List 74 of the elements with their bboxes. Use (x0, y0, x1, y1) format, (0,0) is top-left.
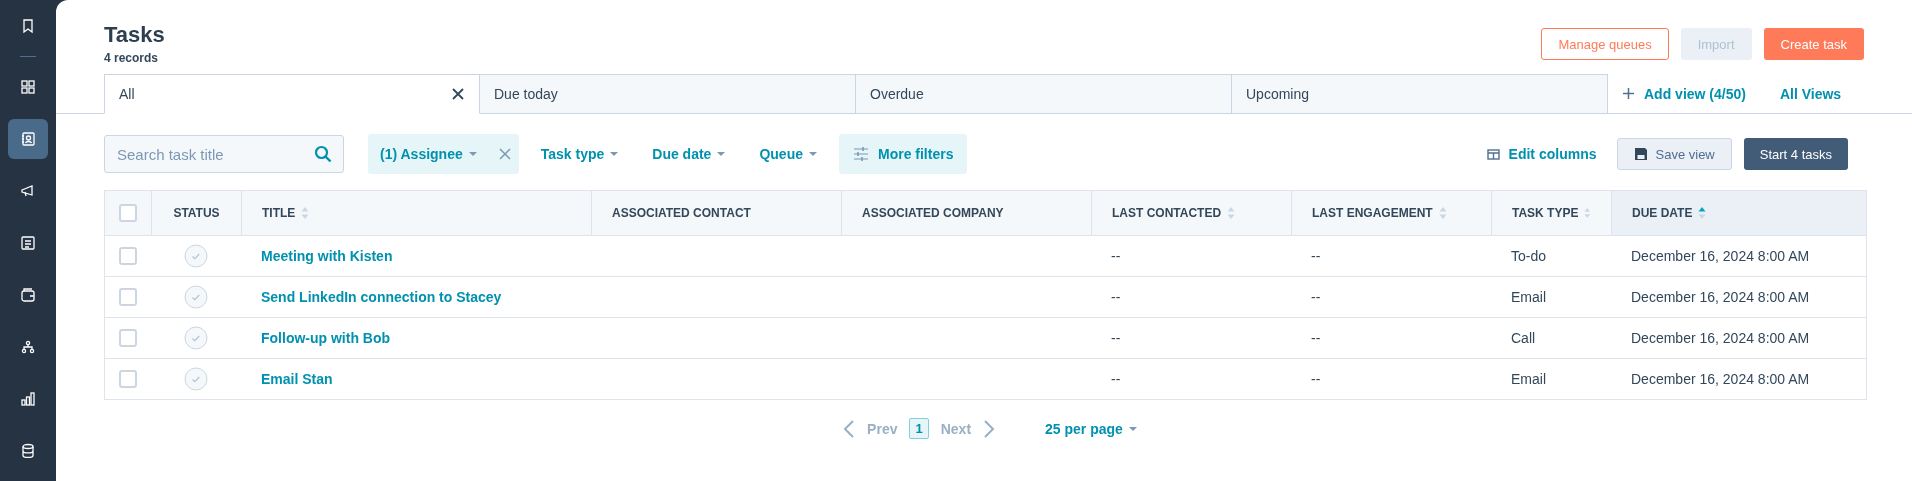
record-count: 4 records (104, 51, 160, 65)
table-cell: Email (1511, 289, 1546, 305)
edit-columns-link[interactable]: Edit columns (1486, 146, 1597, 162)
next-link[interactable]: Next (936, 420, 976, 437)
save-view-button[interactable]: Save view (1616, 138, 1732, 170)
table-cell: December 16, 2024 8:00 AM (1631, 371, 1810, 387)
caret-icon (468, 152, 477, 156)
close-icon[interactable] (451, 87, 465, 101)
search-field[interactable]: Search task title (104, 135, 344, 173)
contact-card-icon[interactable] (20, 131, 36, 147)
column-header[interactable]: ASSOCIATED COMPANY (862, 206, 1004, 220)
bar-chart-icon[interactable] (20, 391, 36, 407)
add-view-link[interactable]: Add view (4/50) (1622, 85, 1746, 102)
document-icon[interactable] (20, 235, 36, 251)
column-header[interactable]: TITLE (262, 206, 296, 220)
table-cell: Email (1511, 371, 1546, 387)
table-cell: -- (1311, 289, 1321, 305)
table-cell: -- (1111, 248, 1121, 264)
table-cell: December 16, 2024 8:00 AM (1631, 248, 1810, 264)
column-header[interactable]: TASK TYPE (1512, 206, 1579, 220)
megaphone-icon[interactable] (20, 183, 36, 199)
page-title: Tasks (104, 22, 165, 48)
task-title-link[interactable]: Email Stan (261, 371, 333, 387)
table-cell: -- (1111, 289, 1121, 305)
filter-label[interactable]: (1) Assignee (380, 146, 463, 162)
column-header[interactable]: LAST ENGAGEMENT (1312, 206, 1433, 220)
bookmark-icon[interactable] (20, 18, 36, 34)
row-checkbox[interactable] (119, 247, 137, 265)
view-tab[interactable]: Overdue (856, 74, 1232, 114)
per-page-dropdown[interactable]: 25 per page (1039, 419, 1143, 438)
column-header[interactable]: ASSOCIATED CONTACT (612, 206, 751, 220)
column-header[interactable]: STATUS (173, 206, 220, 220)
table-cell: -- (1311, 371, 1321, 387)
filter-dropdown[interactable]: Task type (528, 134, 631, 174)
view-tab[interactable]: Due today (480, 74, 856, 114)
columns-icon (1486, 148, 1500, 160)
assignee-filter[interactable]: (1) Assignee (368, 134, 519, 174)
clear-filter-icon[interactable] (498, 148, 511, 160)
select-all-checkbox[interactable] (119, 204, 137, 222)
table-cell: To-do (1511, 248, 1547, 264)
all-views-link[interactable]: All Views (1779, 85, 1842, 102)
database-icon[interactable] (20, 443, 36, 459)
table-cell: December 16, 2024 8:00 AM (1631, 289, 1810, 305)
column-header[interactable]: LAST CONTACTED (1112, 206, 1222, 220)
grid-icon[interactable] (20, 79, 36, 95)
table-cell: -- (1311, 248, 1321, 264)
start-tasks-button[interactable]: Start 4 tasks (1743, 138, 1848, 170)
row-checkbox[interactable] (119, 370, 137, 388)
more-filters-button[interactable]: More filters (839, 134, 968, 174)
plus-icon (1622, 87, 1635, 100)
table-cell: -- (1111, 330, 1121, 346)
sliders-icon (853, 147, 869, 161)
prev-link[interactable]: Prev (863, 420, 902, 437)
filter-dropdown[interactable]: Due date (640, 134, 738, 174)
view-tab[interactable]: Upcoming (1232, 74, 1608, 114)
table-cell: -- (1111, 371, 1121, 387)
table-cell: Call (1511, 330, 1536, 346)
wallet-icon[interactable] (20, 287, 36, 303)
task-title-link[interactable]: Follow-up with Bob (261, 330, 391, 346)
manage-queues-button[interactable]: Manage queues (1541, 28, 1669, 60)
search-icon[interactable] (314, 145, 332, 163)
page-number[interactable]: 1 (909, 418, 929, 439)
table-cell: December 16, 2024 8:00 AM (1631, 330, 1810, 346)
column-header[interactable]: DUE DATE (1632, 206, 1693, 220)
create-task-button[interactable]: Create task (1763, 28, 1864, 60)
row-checkbox[interactable] (119, 329, 137, 347)
row-checkbox[interactable] (119, 288, 137, 306)
nav-button[interactable] (8, 119, 48, 159)
table-cell: -- (1311, 330, 1321, 346)
filter-dropdown[interactable]: Queue (747, 134, 829, 174)
task-title-link[interactable]: Meeting with Kisten (261, 248, 393, 264)
hierarchy-icon[interactable] (20, 339, 36, 355)
view-tab[interactable]: All (104, 74, 480, 114)
task-title-link[interactable]: Send LinkedIn connection to Stacey (261, 289, 502, 305)
